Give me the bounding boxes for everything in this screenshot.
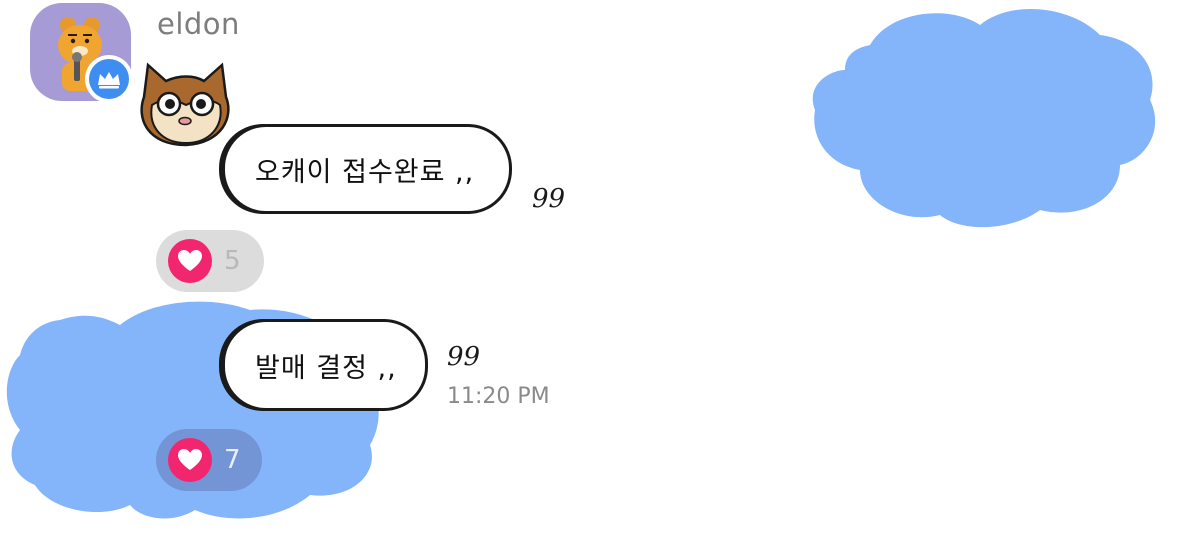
blue-scribble-overlay-right — [812, 8, 1156, 228]
message-bubble[interactable]: 발매 결정 ,, — [222, 319, 428, 411]
message-timestamp: 11:20 PM — [447, 384, 550, 409]
reaction-pill[interactable]: 5 — [156, 230, 264, 292]
message-text: 발매 결정 ,, — [255, 352, 397, 384]
sender-name: eldon — [157, 7, 240, 41]
cat-face-sticker[interactable] — [134, 57, 236, 149]
reaction-count: 5 — [224, 246, 241, 276]
read-count: 99 — [447, 342, 481, 372]
read-count: 99 — [532, 184, 566, 214]
reaction-pill[interactable]: 7 — [156, 429, 262, 491]
reaction-count: 7 — [224, 445, 241, 475]
sender-avatar[interactable] — [30, 3, 133, 103]
heart-icon — [168, 239, 212, 283]
message-text: 오캐이 접수완료 ,, — [255, 156, 475, 188]
crown-icon — [98, 72, 120, 89]
crown-badge — [85, 55, 133, 103]
message-bubble[interactable]: 오캐이 접수완료 ,, — [222, 124, 512, 214]
heart-icon — [168, 438, 212, 482]
